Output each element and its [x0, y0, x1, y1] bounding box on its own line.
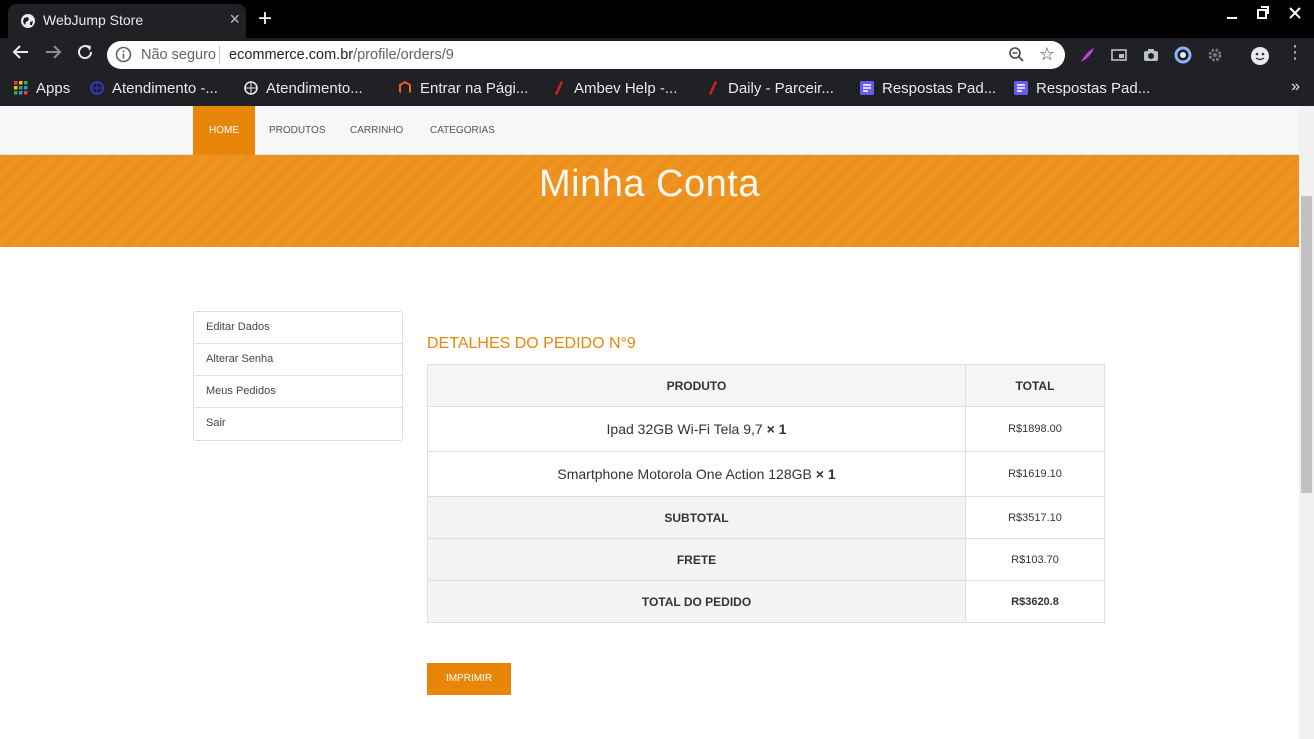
summary-row: TOTAL DO PEDIDO R$3620.8 [427, 580, 1105, 623]
bookmark-item[interactable]: Respostas Pad... [860, 80, 996, 97]
summary-value: R$3517.10 [965, 496, 1105, 539]
bookmark-label: Atendimento -... [112, 80, 218, 97]
forward-icon[interactable] [44, 43, 62, 66]
info-icon[interactable] [115, 46, 132, 67]
feather-extension-icon[interactable] [1078, 46, 1096, 64]
globe-icon [90, 81, 104, 95]
bookmark-item[interactable]: Atendimento... [244, 80, 363, 97]
picture-in-picture-icon[interactable] [1110, 46, 1128, 64]
product-qty: × 1 [766, 421, 787, 437]
address-separator [219, 46, 220, 64]
camera-icon[interactable] [1142, 46, 1160, 64]
summary-label: TOTAL DO PEDIDO [427, 580, 966, 623]
bookmark-item[interactable]: Apps [14, 80, 70, 97]
magento-icon [398, 81, 412, 95]
tab-title: WebJump Store [43, 12, 144, 28]
nav-item-produtos[interactable]: PRODUTOS [253, 106, 342, 155]
site-nav: HOME PRODUTOS CARRINHO CATEGORIAS [0, 106, 1299, 155]
bookmark-label: Respostas Pad... [1036, 80, 1151, 97]
summary-value: R$3620.8 [965, 580, 1105, 623]
bookmark-label: Ambev Help -... [574, 80, 678, 97]
sidebar-item[interactable]: Alterar Senha [194, 344, 402, 376]
nav-item-home[interactable]: HOME [193, 106, 255, 155]
circle-extension-icon[interactable] [1174, 46, 1192, 64]
product-total: R$1898.00 [965, 406, 1105, 452]
order-table: PRODUTO TOTAL Ipad 32GB Wi-Fi Tela 9,7 ×… [427, 364, 1105, 623]
bookmark-label: Apps [36, 80, 71, 97]
product-qty: × 1 [815, 466, 836, 482]
browser-toolbar: Não seguro ecommerce.com.br/profile/orde… [0, 38, 1314, 72]
minimize-icon[interactable] [1226, 6, 1238, 25]
sidebar-item[interactable]: Sair [194, 408, 402, 440]
bookmark-star-icon[interactable]: ☆ [1039, 44, 1055, 65]
bookmarks-more-button[interactable]: » [1291, 78, 1300, 96]
slash-icon [552, 81, 566, 95]
account-banner: Minha Conta [0, 155, 1299, 247]
product-cell: Smartphone Motorola One Action 128GB × 1 [427, 451, 966, 497]
summary-label: FRETE [427, 538, 966, 581]
bookmark-label: Daily - Parceir... [728, 80, 834, 97]
product-name: Ipad 32GB Wi-Fi Tela 9,7 [606, 421, 763, 437]
zoom-icon[interactable] [1008, 46, 1025, 67]
doc-icon [860, 81, 874, 95]
page-viewport: HOME PRODUTOS CARRINHO CATEGORIAS Minha Con… [0, 106, 1299, 739]
summary-value: R$103.70 [965, 538, 1105, 581]
table-row: Smartphone Motorola One Action 128GB × 1… [427, 451, 1105, 497]
bookmark-label: Atendimento... [266, 80, 363, 97]
bookmarks-bar: » Apps Atendimento -... Atendimento... Entr… [0, 72, 1314, 106]
close-window-icon[interactable] [1289, 6, 1301, 25]
bookmark-item[interactable]: Entrar na Pági... [398, 80, 528, 97]
back-icon[interactable] [12, 43, 30, 66]
bookmark-label: Entrar na Pági... [420, 80, 529, 97]
doc-icon [1014, 81, 1028, 95]
menu-kebab-icon[interactable]: ⋮ [1286, 42, 1304, 62]
page-title: Minha Conta [539, 163, 760, 205]
account-sidebar: Editar Dados Alterar Senha Meus Pedidos Sai… [193, 311, 403, 441]
url-text[interactable]: ecommerce.com.br/profile/orders/9 [229, 47, 454, 63]
profile-avatar-icon[interactable] [1250, 46, 1269, 65]
globe-icon [20, 13, 36, 32]
url-path: /profile/orders/9 [353, 47, 454, 63]
sidebar-item[interactable]: Meus Pedidos [194, 376, 402, 408]
reload-icon[interactable] [76, 43, 94, 66]
summary-label: SUBTOTAL [427, 496, 966, 539]
sidebar-item[interactable]: Editar Dados [194, 312, 402, 344]
bookmark-item[interactable]: Respostas Pad... [1014, 80, 1150, 97]
address-bar[interactable]: Não seguro ecommerce.com.br/profile/orde… [107, 41, 1065, 69]
header-total: TOTAL [965, 364, 1105, 407]
nav-item-categorias[interactable]: CATEGORIAS [414, 106, 511, 155]
product-cell: Ipad 32GB Wi-Fi Tela 9,7 × 1 [427, 406, 966, 452]
restore-icon[interactable] [1257, 6, 1269, 25]
bookmark-item[interactable]: Atendimento -... [90, 80, 218, 97]
url-host: ecommerce.com.br [229, 47, 354, 63]
tab-webjump-store[interactable]: WebJump Store × [8, 4, 246, 38]
print-button[interactable]: IMPRIMIR [427, 663, 511, 695]
security-label: Não seguro [141, 47, 216, 63]
tab-close-icon[interactable]: × [229, 9, 240, 30]
globe-icon [244, 81, 258, 95]
scrollbar-thumb[interactable] [1301, 196, 1312, 493]
bookmark-item[interactable]: Daily - Parceir... [706, 80, 834, 97]
page-scrollbar[interactable] [1299, 106, 1314, 739]
bookmark-item[interactable]: Ambev Help -... [552, 80, 677, 97]
bookmark-label: Respostas Pad... [882, 80, 997, 97]
product-total: R$1619.10 [965, 451, 1105, 497]
table-row: Ipad 32GB Wi-Fi Tela 9,7 × 1 R$1898.00 [427, 406, 1105, 452]
order-details-title: DETALHES DO PEDIDO N°9 [427, 335, 636, 352]
apps-grid-icon [14, 81, 28, 95]
product-name: Smartphone Motorola One Action 128GB [557, 466, 812, 482]
header-product: PRODUTO [427, 364, 966, 407]
summary-row: FRETE R$103.70 [427, 538, 1105, 581]
summary-row: SUBTOTAL R$3517.10 [427, 496, 1105, 539]
slash-icon [706, 81, 720, 95]
nav-item-carrinho[interactable]: CARRINHO [334, 106, 419, 155]
tab-strip: WebJump Store × + [0, 0, 1314, 38]
table-header-row: PRODUTO TOTAL [427, 364, 1105, 407]
gear-icon[interactable] [1206, 46, 1224, 64]
new-tab-button[interactable]: + [258, 6, 272, 32]
